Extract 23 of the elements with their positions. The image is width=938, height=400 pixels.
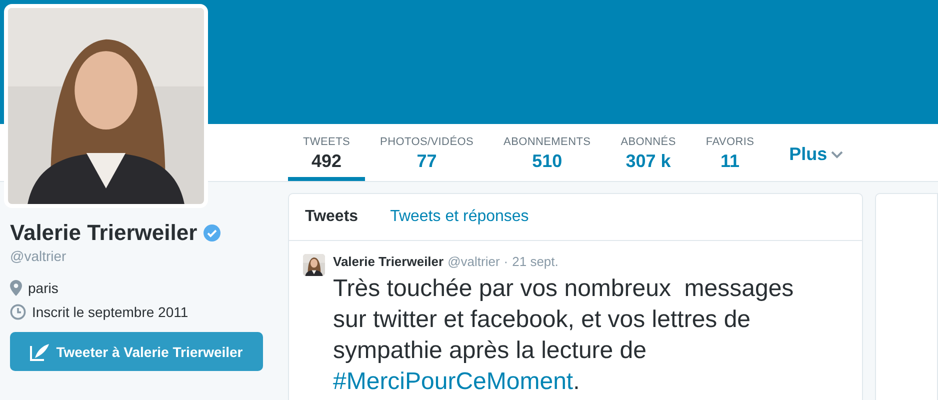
profile-name: Valerie Trierweiler (10, 220, 198, 246)
separator-dot: · (504, 254, 508, 269)
stat-tab[interactable]: ABONNEMENTS 510 (488, 124, 606, 181)
location-pin-icon (10, 280, 22, 296)
stat-tab[interactable]: PHOTOS/VIDÉOS 77 (365, 124, 489, 181)
stat-tab[interactable]: FAVORIS 11 (690, 124, 770, 181)
stat-tab[interactable]: ABONNÉS 307 k (606, 124, 691, 181)
tweet-text: Très touchée par vos nombreux messages sur twitter et facebook, et vos lettres de sympathie après la lecture de #MerciPourCeMoment. (333, 274, 795, 397)
timeline-tab[interactable]: Tweets et réponses (390, 208, 529, 226)
tweet-handle: @valtrier (448, 254, 500, 269)
profile-handle: @valtrier (10, 248, 68, 264)
tweet-date[interactable]: 21 sept. (512, 254, 558, 269)
tweet-to-button[interactable]: Tweeter à Valerie Trierweiler (10, 332, 263, 371)
location-text: paris (28, 280, 58, 296)
join-date: Inscrit le septembre 2011 (32, 304, 188, 320)
tweet-author: Valerie Trierweiler (333, 254, 444, 269)
stat-tab[interactable]: TWEETS 492 (288, 124, 366, 181)
hashtag-link[interactable]: #MerciPourCeMoment (333, 368, 574, 395)
clock-icon (10, 304, 26, 320)
chevron-down-icon (831, 150, 844, 158)
more-button[interactable]: Plus (769, 124, 844, 165)
timeline-tab[interactable]: Tweets (305, 208, 358, 226)
quill-icon (30, 342, 50, 360)
